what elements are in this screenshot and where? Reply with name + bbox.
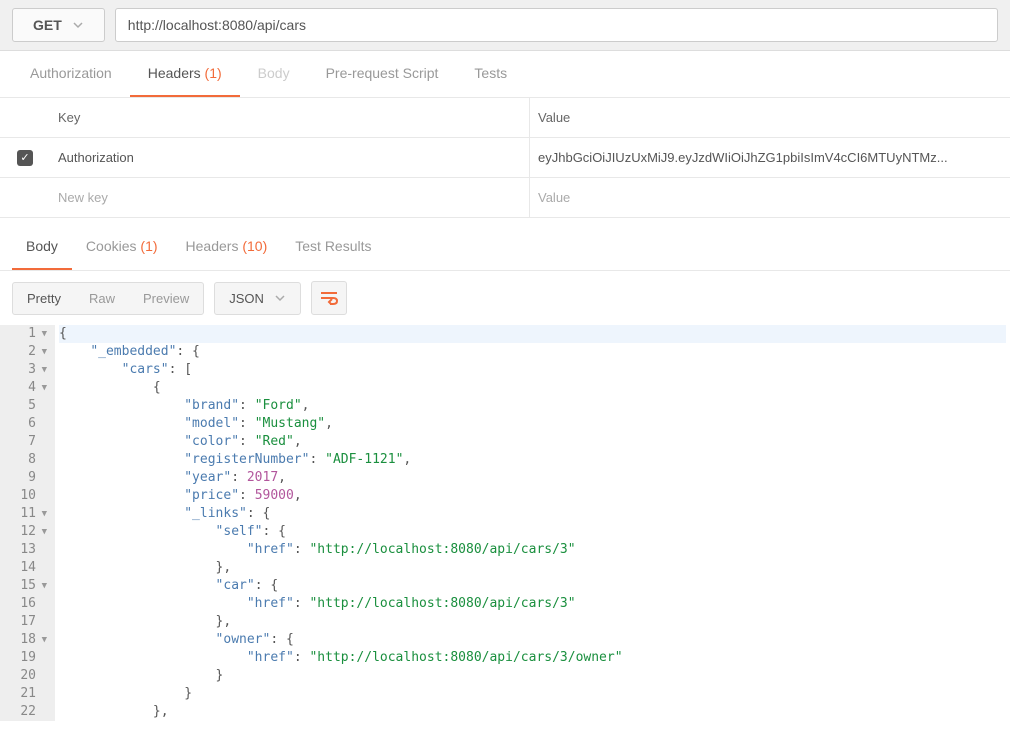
table-new-row[interactable]: New key Value — [0, 178, 1010, 218]
url-input[interactable] — [115, 8, 998, 42]
response-tabs: Body Cookies (1) Headers (10) Test Resul… — [0, 224, 1010, 271]
checkbox-checked-icon: ✓ — [17, 150, 33, 166]
column-value: Value — [530, 98, 1010, 137]
wrap-icon — [320, 291, 338, 305]
response-toolbar: Pretty Raw Preview JSON — [0, 271, 1010, 325]
tab-headers-count: (1) — [205, 65, 222, 81]
line-gutter: 1▼2▼3▼4▼567891011▼12▼131415▼161718▼19202… — [0, 325, 55, 721]
method-label: GET — [33, 17, 62, 33]
format-select[interactable]: JSON — [214, 282, 301, 315]
new-value-input[interactable]: Value — [530, 178, 1010, 217]
row-checkbox-cell[interactable]: ✓ — [0, 138, 50, 177]
format-label: JSON — [229, 291, 264, 306]
column-key: Key — [50, 98, 530, 137]
method-select[interactable]: GET — [12, 8, 105, 42]
table-row[interactable]: ✓ Authorization eyJhbGciOiJIUzUxMiJ9.eyJ… — [0, 138, 1010, 178]
request-tabs: Authorization Headers (1) Body Pre-reque… — [0, 51, 1010, 98]
tab-body[interactable]: Body — [240, 51, 308, 97]
view-mode-group: Pretty Raw Preview — [12, 282, 204, 315]
pretty-button[interactable]: Pretty — [13, 283, 75, 314]
headers-table: Key Value ✓ Authorization eyJhbGciOiJIUz… — [0, 98, 1010, 218]
tab-tests[interactable]: Tests — [456, 51, 525, 97]
table-header-row: Key Value — [0, 98, 1010, 138]
chevron-down-icon — [274, 292, 286, 304]
header-key[interactable]: Authorization — [50, 138, 530, 177]
resp-tab-cookies[interactable]: Cookies (1) — [72, 224, 172, 270]
resp-tab-cookies-count: (1) — [140, 238, 157, 254]
resp-tab-test-results[interactable]: Test Results — [281, 224, 385, 270]
new-key-input[interactable]: New key — [50, 178, 530, 217]
request-bar: GET — [0, 0, 1010, 51]
header-value[interactable]: eyJhbGciOiJIUzUxMiJ9.eyJzdWIiOiJhZG1pbiI… — [530, 138, 1010, 177]
tab-headers[interactable]: Headers (1) — [130, 51, 240, 97]
tab-headers-label: Headers — [148, 65, 201, 81]
raw-button[interactable]: Raw — [75, 283, 129, 314]
resp-tab-headers-count: (10) — [242, 238, 267, 254]
resp-tab-body[interactable]: Body — [12, 224, 72, 270]
response-body[interactable]: 1▼2▼3▼4▼567891011▼12▼131415▼161718▼19202… — [0, 325, 1010, 721]
wrap-lines-button[interactable] — [311, 281, 347, 315]
resp-tab-cookies-label: Cookies — [86, 238, 137, 254]
tab-authorization[interactable]: Authorization — [12, 51, 130, 97]
resp-tab-headers[interactable]: Headers (10) — [172, 224, 282, 270]
chevron-down-icon — [72, 19, 84, 31]
tab-prerequest[interactable]: Pre-request Script — [308, 51, 457, 97]
preview-button[interactable]: Preview — [129, 283, 203, 314]
resp-tab-headers-label: Headers — [186, 238, 239, 254]
code-content[interactable]: { "_embedded": { "cars": [ { "brand": "F… — [55, 325, 1010, 721]
